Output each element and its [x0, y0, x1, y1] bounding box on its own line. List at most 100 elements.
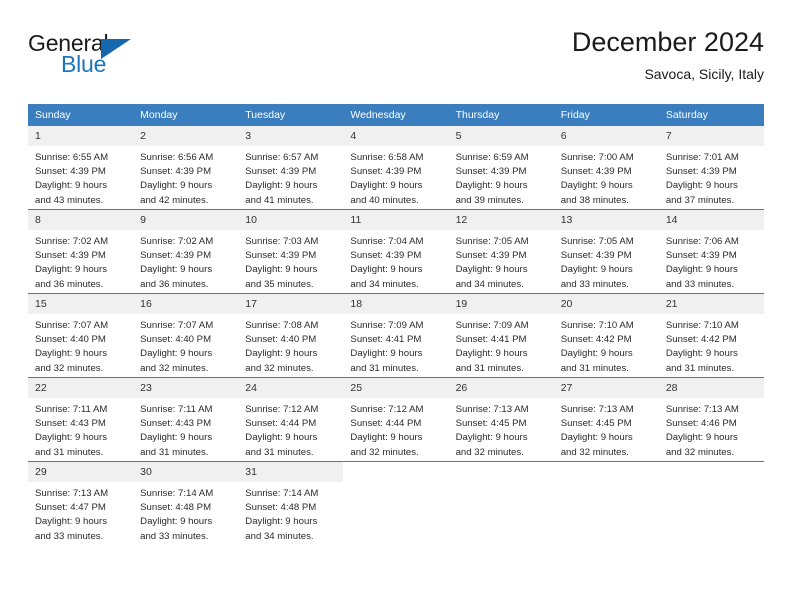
day-number: 8 — [28, 210, 134, 230]
calendar-day-cell[interactable]: 14 Sunrise: 7:06 AM Sunset: 4:39 PM Dayligh… — [658, 209, 764, 294]
calendar-day-cell[interactable]: 1 Sunrise: 6:55 AM Sunset: 4:39 PM Daylight… — [28, 126, 134, 210]
calendar-day-cell[interactable]: 16 Sunrise: 7:07 AM Sunset: 4:40 PM Dayligh… — [133, 293, 239, 378]
day-number: 15 — [28, 294, 134, 314]
sunset-time: Sunset: 4:47 PM — [35, 502, 106, 514]
calendar-day-cell[interactable]: 28 Sunrise: 7:13 AM Sunset: 4:46 PM Dayligh… — [658, 377, 764, 462]
calendar-day-cell-empty — [553, 461, 659, 545]
sunrise-time: Sunrise: 7:05 AM — [560, 236, 634, 247]
daylight-duration-line-2: and 31 minutes. — [455, 362, 524, 374]
calendar-day-cell[interactable]: 23 Sunrise: 7:11 AM Sunset: 4:43 PM Dayligh… — [133, 377, 239, 462]
daylight-duration-line-2: and 42 minutes. — [140, 194, 209, 206]
sunset-time: Sunset: 4:43 PM — [35, 418, 106, 430]
calendar-week-row: 15 Sunrise: 7:07 AM Sunset: 4:40 PM Dayligh… — [28, 293, 764, 378]
calendar-day-cell[interactable]: 4 Sunrise: 6:58 AM Sunset: 4:39 PM Daylight… — [343, 126, 449, 210]
calendar-day-cell[interactable]: 25 Sunrise: 7:12 AM Sunset: 4:44 PM Dayligh… — [343, 377, 449, 462]
day-details: Sunrise: 7:08 AM Sunset: 4:40 PM Daylight:… — [238, 314, 343, 376]
calendar-day-cell[interactable]: 26 Sunrise: 7:13 AM Sunset: 4:45 PM Dayligh… — [448, 377, 554, 462]
sunrise-time: Sunrise: 7:09 AM — [455, 320, 529, 331]
calendar-day-cell[interactable]: 13 Sunrise: 7:05 AM Sunset: 4:39 PM Dayligh… — [553, 209, 659, 294]
sunrise-time: Sunrise: 7:12 AM — [350, 404, 424, 415]
daylight-duration-line-2: and 31 minutes. — [245, 446, 314, 458]
calendar-day-cell[interactable]: 3 Sunrise: 6:57 AM Sunset: 4:39 PM Daylight… — [238, 126, 344, 210]
sunset-time: Sunset: 4:40 PM — [245, 334, 317, 346]
sunset-time: Sunset: 4:40 PM — [140, 334, 212, 346]
sunrise-time: Sunrise: 7:07 AM — [140, 320, 214, 331]
daylight-duration-line-2: and 32 minutes. — [455, 446, 524, 458]
calendar-day-cell[interactable]: 7 Sunrise: 7:01 AM Sunset: 4:39 PM Daylight… — [658, 126, 764, 210]
sunset-time: Sunset: 4:45 PM — [455, 418, 527, 430]
calendar-day-cell[interactable]: 24 Sunrise: 7:12 AM Sunset: 4:44 PM Dayligh… — [238, 377, 344, 462]
sunset-time: Sunset: 4:48 PM — [245, 502, 317, 514]
day-number: 14 — [658, 210, 764, 230]
calendar-day-cell[interactable]: 18 Sunrise: 7:09 AM Sunset: 4:41 PM Dayligh… — [343, 293, 449, 378]
calendar-day-cell[interactable]: 11 Sunrise: 7:04 AM Sunset: 4:39 PM Dayligh… — [343, 209, 449, 294]
day-details: Sunrise: 7:12 AM Sunset: 4:44 PM Daylight:… — [343, 398, 448, 460]
daylight-duration-line-2: and 33 minutes. — [560, 278, 629, 290]
calendar-day-cell[interactable]: 8 Sunrise: 7:02 AM Sunset: 4:39 PM Daylight… — [28, 209, 134, 294]
daylight-duration-line-1: Daylight: 9 hours — [560, 264, 633, 276]
calendar-day-cell[interactable]: 22 Sunrise: 7:11 AM Sunset: 4:43 PM Dayligh… — [28, 377, 134, 462]
sunrise-time: Sunrise: 7:09 AM — [350, 320, 424, 331]
daylight-duration-line-1: Daylight: 9 hours — [560, 180, 633, 192]
sunrise-time: Sunrise: 7:11 AM — [140, 404, 213, 415]
daylight-duration-line-2: and 36 minutes. — [140, 278, 209, 290]
sunrise-time: Sunrise: 7:13 AM — [35, 488, 109, 499]
sunrise-time: Sunrise: 7:04 AM — [350, 236, 424, 247]
calendar-day-cell[interactable]: 12 Sunrise: 7:05 AM Sunset: 4:39 PM Dayligh… — [448, 209, 554, 294]
calendar-day-cell[interactable]: 5 Sunrise: 6:59 AM Sunset: 4:39 PM Daylight… — [448, 126, 554, 210]
day-number: 13 — [553, 210, 659, 230]
daylight-duration-line-1: Daylight: 9 hours — [35, 180, 107, 192]
daylight-duration-line-1: Daylight: 9 hours — [455, 348, 528, 360]
page-subtitle: Savoca, Sicily, Italy — [644, 66, 764, 82]
day-number: 19 — [448, 294, 554, 314]
sunset-time: Sunset: 4:46 PM — [665, 418, 737, 430]
daylight-duration-line-2: and 31 minutes. — [665, 362, 735, 374]
daylight-duration-line-1: Daylight: 9 hours — [35, 264, 107, 276]
calendar-day-cell[interactable]: 15 Sunrise: 7:07 AM Sunset: 4:40 PM Dayligh… — [28, 293, 134, 378]
day-details: Sunrise: 7:13 AM Sunset: 4:47 PM Daylight:… — [28, 482, 133, 544]
calendar-day-cell[interactable]: 10 Sunrise: 7:03 AM Sunset: 4:39 PM Dayligh… — [238, 209, 344, 294]
day-number: 7 — [658, 126, 764, 146]
calendar-day-cell[interactable]: 9 Sunrise: 7:02 AM Sunset: 4:39 PM Daylight… — [133, 209, 239, 294]
page-header: General Blue December 2024 Savoca, Sicil… — [28, 26, 764, 98]
calendar-day-cell[interactable]: 2 Sunrise: 6:56 AM Sunset: 4:39 PM Daylight… — [133, 126, 239, 210]
sunrise-time: Sunrise: 7:13 AM — [560, 404, 634, 415]
daylight-duration-line-1: Daylight: 9 hours — [350, 264, 423, 276]
daylight-duration-line-1: Daylight: 9 hours — [35, 348, 107, 360]
day-details: Sunrise: 7:05 AM Sunset: 4:39 PM Daylight:… — [554, 230, 659, 292]
calendar-day-cell[interactable]: 31 Sunrise: 7:14 AM Sunset: 4:48 PM Dayligh… — [238, 461, 344, 545]
day-details: Sunrise: 7:13 AM Sunset: 4:46 PM Daylight:… — [659, 398, 764, 460]
calendar-day-cell[interactable]: 19 Sunrise: 7:09 AM Sunset: 4:41 PM Dayligh… — [448, 293, 554, 378]
sunset-time: Sunset: 4:39 PM — [665, 166, 737, 178]
day-details: Sunrise: 7:09 AM Sunset: 4:41 PM Daylight:… — [343, 314, 448, 376]
calendar-day-cell[interactable]: 17 Sunrise: 7:08 AM Sunset: 4:40 PM Dayligh… — [238, 293, 344, 378]
weekday-header-thursday: Thursday — [448, 104, 554, 126]
sunrise-time: Sunrise: 6:56 AM — [140, 152, 214, 163]
calendar-day-cell[interactable]: 30 Sunrise: 7:14 AM Sunset: 4:48 PM Dayligh… — [133, 461, 239, 545]
day-number: 28 — [658, 378, 764, 398]
sunrise-time: Sunrise: 7:14 AM — [245, 488, 319, 499]
daylight-duration-line-1: Daylight: 9 hours — [245, 516, 318, 528]
day-number: 21 — [658, 294, 764, 314]
calendar-day-cell[interactable]: 27 Sunrise: 7:13 AM Sunset: 4:45 PM Dayligh… — [553, 377, 659, 462]
calendar-day-cell[interactable]: 6 Sunrise: 7:00 AM Sunset: 4:39 PM Daylight… — [553, 126, 659, 210]
day-number: 16 — [133, 294, 239, 314]
sunset-time: Sunset: 4:39 PM — [560, 250, 632, 262]
day-number: 18 — [343, 294, 449, 314]
day-details: Sunrise: 7:04 AM Sunset: 4:39 PM Daylight:… — [343, 230, 448, 292]
calendar-day-cell[interactable]: 21 Sunrise: 7:10 AM Sunset: 4:42 PM Dayligh… — [658, 293, 764, 378]
calendar-day-cell[interactable]: 20 Sunrise: 7:10 AM Sunset: 4:42 PM Dayligh… — [553, 293, 659, 378]
daylight-duration-line-2: and 34 minutes. — [245, 530, 314, 542]
daylight-duration-line-1: Daylight: 9 hours — [560, 432, 633, 444]
sunrise-time: Sunrise: 7:01 AM — [665, 152, 739, 163]
day-details: Sunrise: 7:07 AM Sunset: 4:40 PM Daylight:… — [28, 314, 133, 376]
sunrise-time: Sunrise: 7:11 AM — [35, 404, 108, 415]
sunrise-time: Sunrise: 7:02 AM — [140, 236, 214, 247]
daylight-duration-line-2: and 32 minutes. — [140, 362, 209, 374]
sunrise-time: Sunrise: 6:58 AM — [350, 152, 424, 163]
general-blue-logo[interactable]: General Blue — [28, 30, 148, 88]
day-number: 31 — [238, 462, 344, 482]
calendar-day-cell[interactable]: 29 Sunrise: 7:13 AM Sunset: 4:47 PM Dayligh… — [28, 461, 134, 545]
sunset-time: Sunset: 4:40 PM — [35, 334, 106, 346]
daylight-duration-line-2: and 33 minutes. — [665, 278, 735, 290]
